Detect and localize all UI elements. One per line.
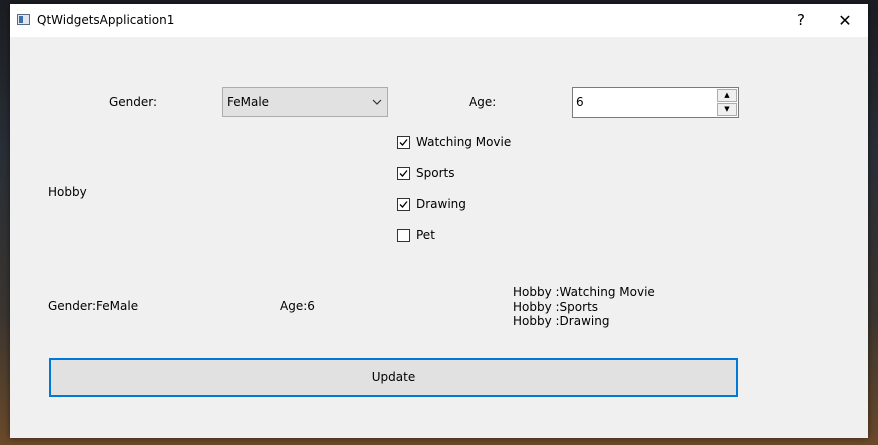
- age-spinbox-value: 6: [576, 95, 584, 109]
- result-hobby-line: Hobby :Watching Movie: [513, 285, 655, 299]
- app-window: QtWidgetsApplication1 ? ✕ Gender: FeMale…: [10, 4, 868, 438]
- spin-up-button[interactable]: ▲: [717, 89, 737, 102]
- age-label: Age:: [469, 95, 497, 109]
- check-icon: [399, 201, 408, 208]
- hobby-label: Hobby: [48, 185, 87, 199]
- result-gender-text: Gender:FeMale: [48, 299, 139, 313]
- close-button[interactable]: ✕: [822, 4, 868, 37]
- result-hobby-line: Hobby :Drawing: [513, 314, 610, 328]
- checkbox-box[interactable]: [397, 136, 410, 149]
- chevron-down-icon: [372, 99, 382, 105]
- checkbox-label: Drawing: [416, 197, 466, 211]
- title-bar[interactable]: QtWidgetsApplication1 ? ✕: [10, 4, 868, 37]
- checkbox-label: Sports: [416, 166, 455, 180]
- checkbox-label: Watching Movie: [416, 135, 512, 149]
- help-button[interactable]: ?: [778, 4, 824, 37]
- check-icon: [399, 170, 408, 177]
- result-hobby-line: Hobby :Sports: [513, 299, 599, 314]
- checkbox-box[interactable]: [397, 229, 410, 242]
- window-title: QtWidgetsApplication1: [37, 13, 175, 27]
- checkbox-box[interactable]: [397, 198, 410, 211]
- result-hobby-list: Hobby :Watching Movie Hobby :Sports Hobb…: [513, 285, 655, 329]
- update-button[interactable]: Update: [49, 358, 738, 397]
- spin-buttons: ▲ ▼: [717, 89, 737, 116]
- gender-combobox[interactable]: FeMale: [222, 87, 388, 117]
- spin-down-button[interactable]: ▼: [717, 103, 737, 116]
- result-age-text: Age:6: [280, 299, 315, 313]
- check-icon: [399, 139, 408, 146]
- gender-label: Gender:: [109, 95, 158, 109]
- checkbox-label: Pet: [416, 228, 435, 242]
- checkbox-box[interactable]: [397, 167, 410, 180]
- gender-combobox-value: FeMale: [227, 95, 270, 109]
- age-spinbox[interactable]: 6 ▲ ▼: [572, 87, 739, 118]
- app-window-icon: [17, 14, 30, 25]
